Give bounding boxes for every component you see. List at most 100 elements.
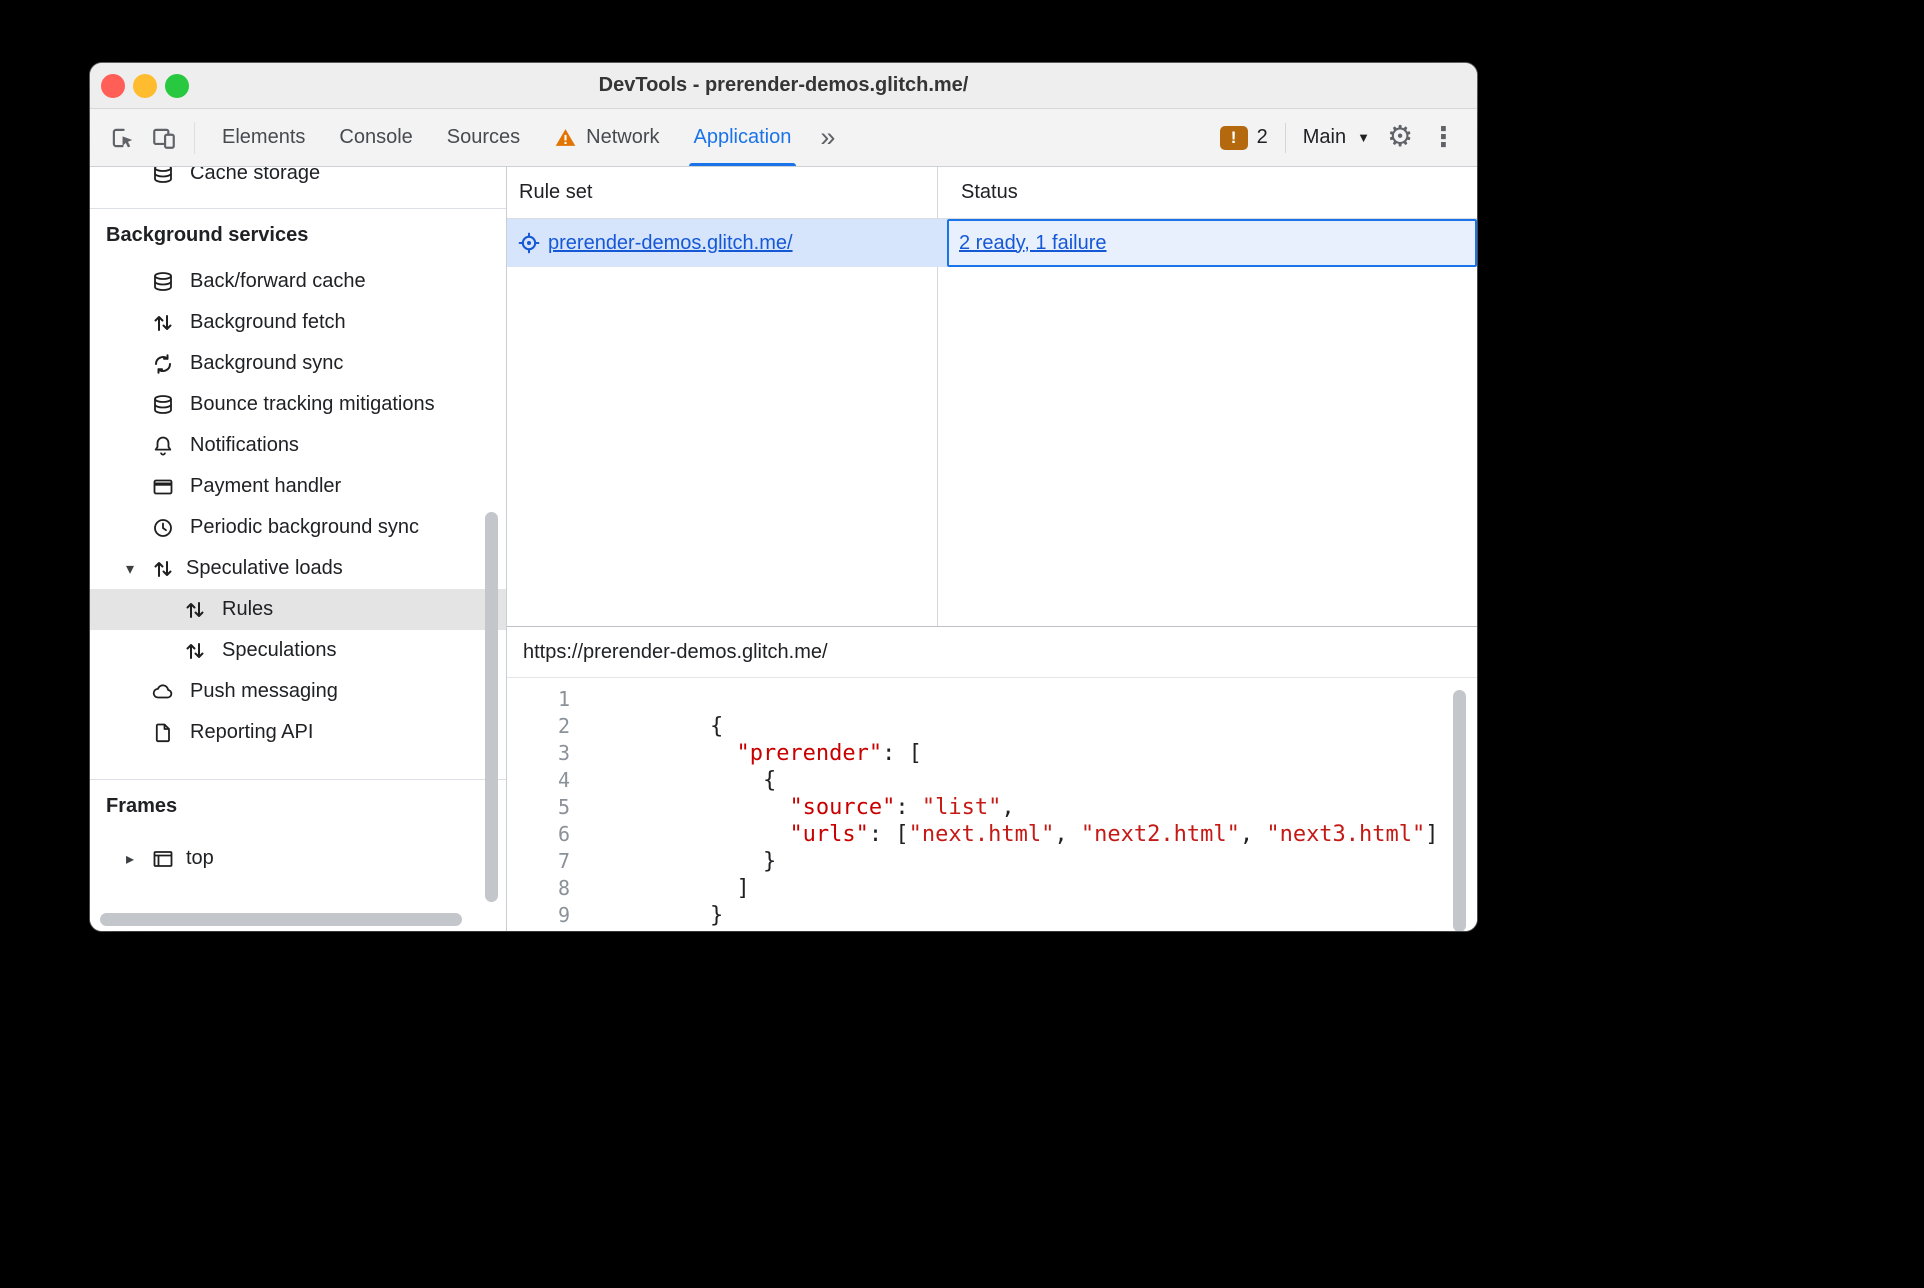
sidebar-item-label: Speculative loads: [186, 557, 343, 579]
code-line: 9 }: [507, 902, 1477, 929]
status-cell[interactable]: 2 ready, 1 failure: [947, 219, 1477, 267]
toolbar-separator: [194, 121, 195, 154]
tab-elements[interactable]: Elements: [205, 109, 322, 166]
database-icon: [150, 392, 176, 418]
rule-set-code-viewer[interactable]: 12 {3 "prerender": [4 {5 "source": "list…: [507, 678, 1477, 931]
sidebar-item-label: Notifications: [190, 434, 299, 456]
device-toolbar-icon: [151, 125, 177, 151]
titlebar: DevTools - prerender-demos.glitch.me/: [90, 63, 1477, 109]
code-line: 1: [507, 686, 1477, 713]
rule-set-cell[interactable]: prerender-demos.glitch.me/: [507, 219, 947, 267]
sidebar-item-background-fetch[interactable]: Background fetch: [90, 302, 506, 343]
sidebar-item-label: Push messaging: [190, 680, 338, 702]
sidebar-item-notifications[interactable]: Notifications: [90, 425, 506, 466]
code-line: 8 ]: [507, 875, 1477, 902]
main-context-dropdown[interactable]: Main ▼: [1303, 126, 1370, 149]
sidebar-item-payment-handler[interactable]: Payment handler: [90, 466, 506, 507]
code-line: 3 "prerender": [: [507, 740, 1477, 767]
sidebar-item-reporting-api[interactable]: Reporting API: [90, 712, 506, 753]
rule-set-link[interactable]: prerender-demos.glitch.me/: [548, 232, 793, 255]
sync-arrows-icon: [150, 351, 176, 377]
triangle-expand-icon[interactable]: ▸: [120, 849, 140, 869]
issues-counter-button[interactable]: ! 2: [1219, 125, 1268, 150]
code-vertical-scrollbar[interactable]: [1453, 690, 1466, 931]
sidebar-item-periodic-background-sync[interactable]: Periodic background sync: [90, 507, 506, 548]
sidebar-item-label: Bounce tracking mitigations: [190, 393, 435, 415]
sidebar-item-label: Payment handler: [190, 475, 342, 497]
rule-sets-table: Rule set Status prerender-demos.glitch.m…: [507, 167, 1477, 627]
column-header-rule-set[interactable]: Rule set: [507, 167, 949, 218]
settings-gear-icon[interactable]: ⚙: [1387, 123, 1413, 152]
code-text: ]: [604, 876, 750, 901]
sidebar-item-label: top: [186, 847, 214, 869]
code-text: }: [604, 903, 724, 928]
window-title: DevTools - prerender-demos.glitch.me/: [598, 74, 969, 96]
code-line: 4 {: [507, 767, 1477, 794]
warning-icon: [554, 126, 577, 149]
line-number: 4: [557, 768, 570, 792]
code-line: 6 "urls": ["next.html", "next2.html", "n…: [507, 821, 1477, 848]
tab-network-label: Network: [586, 126, 660, 148]
application-panel: Cache storage Background services Back/f…: [90, 167, 1477, 931]
rule-set-preview-pane: https://prerender-demos.glitch.me/ 12 {3…: [507, 627, 1477, 931]
sidebar-item-push-messaging[interactable]: Push messaging: [90, 671, 506, 712]
preview-source-url: https://prerender-demos.glitch.me/: [507, 627, 1477, 678]
tab-console[interactable]: Console: [322, 109, 429, 166]
line-number: 7: [557, 849, 570, 873]
column-header-status[interactable]: Status: [949, 167, 1477, 218]
line-number: 1: [557, 687, 570, 711]
desktop-background: DevTools - prerender-demos.glitch.me/ El…: [0, 0, 1924, 1288]
inspect-element-button[interactable]: [104, 120, 140, 156]
inspect-cursor-icon: [109, 125, 135, 151]
tab-sources[interactable]: Sources: [430, 109, 537, 166]
triangle-collapse-icon[interactable]: ▾: [120, 559, 140, 579]
line-number: 8: [557, 876, 570, 900]
sidebar-item-top-frame[interactable]: ▸ top: [90, 838, 506, 879]
sidebar-item-label: Background fetch: [190, 311, 346, 333]
sidebar-item-background-sync[interactable]: Background sync: [90, 343, 506, 384]
section-background-services: Background services: [106, 223, 309, 246]
sidebar-item-cache-storage[interactable]: Cache storage: [90, 167, 506, 194]
sidebar-item-back-forward-cache[interactable]: Back/forward cache: [90, 261, 506, 302]
table-row[interactable]: prerender-demos.glitch.me/ 2 ready, 1 fa…: [507, 219, 1477, 267]
code-line: 7 }: [507, 848, 1477, 875]
code-text: {: [604, 768, 777, 793]
issues-count: 2: [1256, 126, 1268, 148]
up-down-arrows-icon: [182, 638, 208, 664]
line-number: 9: [557, 903, 570, 927]
code-text: {: [604, 714, 724, 739]
section-frames: Frames: [106, 794, 178, 817]
bell-icon: [150, 433, 176, 459]
sidebar-item-label: Rules: [222, 598, 274, 620]
sidebar-item-label: Back/forward cache: [190, 270, 366, 292]
sidebar-item-speculations[interactable]: Speculations: [90, 630, 506, 671]
up-down-arrows-icon: [150, 556, 176, 582]
line-number: 2: [557, 714, 570, 738]
code-text: "urls": ["next.html", "next2.html", "nex…: [789, 822, 1439, 847]
device-toolbar-button[interactable]: [146, 120, 182, 156]
panel-tabs: Elements Console Sources Network Applica…: [205, 109, 847, 166]
sidebar-vertical-scrollbar[interactable]: [485, 512, 498, 902]
tab-network[interactable]: Network: [537, 109, 676, 166]
main-context-label: Main: [1302, 126, 1347, 148]
tab-application[interactable]: Application: [677, 109, 809, 166]
line-number: 3: [557, 741, 570, 765]
payment-card-icon: [150, 474, 176, 500]
kebab-menu-icon[interactable]: ⋮: [1430, 124, 1457, 151]
table-header-row: Rule set Status: [507, 167, 1477, 219]
application-sidebar: Cache storage Background services Back/f…: [90, 167, 507, 931]
code-line: 2 {: [507, 713, 1477, 740]
status-link[interactable]: 2 ready, 1 failure: [959, 232, 1107, 255]
database-icon: [150, 167, 176, 187]
sidebar-item-rules[interactable]: Rules: [90, 589, 506, 630]
document-icon: [150, 720, 176, 746]
sidebar-item-speculative-loads[interactable]: ▾ Speculative loads: [90, 548, 506, 589]
sidebar-horizontal-scrollbar[interactable]: [100, 913, 462, 926]
more-tabs-button[interactable]: »: [808, 109, 847, 166]
sidebar-item-label: Reporting API: [190, 721, 314, 743]
up-down-arrows-icon: [150, 310, 176, 336]
speculation-rule-icon: [517, 231, 541, 255]
sidebar-item-bounce-tracking-mitigations[interactable]: Bounce tracking mitigations: [90, 384, 506, 425]
code-text: "prerender": [: [736, 741, 922, 766]
rules-view: Rule set Status prerender-demos.glitch.m…: [507, 167, 1477, 931]
